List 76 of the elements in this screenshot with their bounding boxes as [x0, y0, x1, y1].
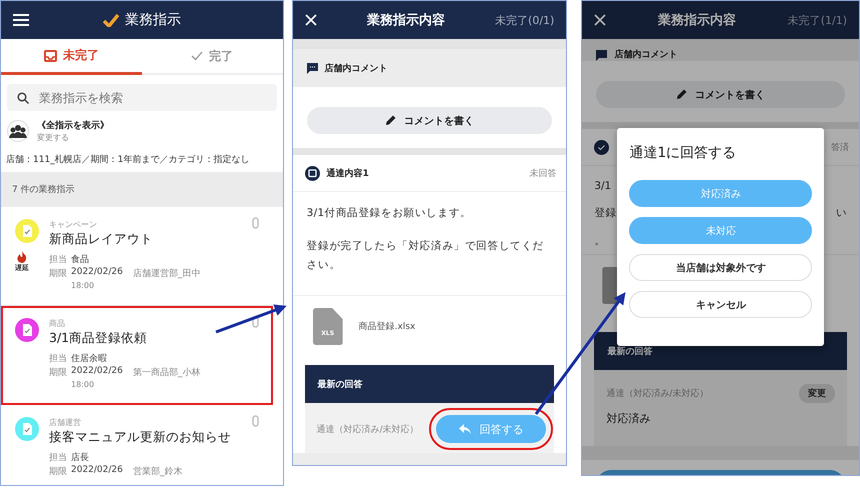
meta-label: 担当 [49, 352, 67, 365]
task-due-date: 2022/02/26 [71, 267, 123, 279]
notice-text: 登録が完了したら「対応済み」で回答してください。 [306, 239, 545, 273]
answer-status: 答済 [831, 142, 849, 154]
task-item[interactable]: 商品 3/1商品登録依頼 担当 住居余暇 期限 2022/02/26 第一商品部_小林 18:00 [1, 306, 273, 405]
answer-type-label: 通達（対応済み/未対応） [606, 388, 708, 400]
notice-text: い [836, 206, 847, 220]
search-icon [17, 92, 29, 104]
task-due-date: 2022/02/26 [71, 366, 123, 378]
pointer-arrow [215, 304, 287, 334]
answer-value: 対応済み [606, 411, 652, 426]
notice-title: 通達内容1 [326, 167, 369, 180]
pencil-icon [676, 89, 688, 100]
task-due-time: 18:00 [71, 281, 96, 290]
write-comment-button[interactable]: コメントを書く [306, 107, 552, 134]
notice-text: 登録 [594, 206, 616, 220]
dialog-title: 通達1に回答する [629, 144, 738, 162]
meta-label: 期限 [49, 268, 67, 280]
meta-label: 担当 [49, 254, 67, 266]
section-title: 最新の回答 [607, 345, 652, 358]
task-item[interactable]: 店舗運営 接客マニュアル更新のお知らせ 担当 店長 期限 2022/02/26 営業部_鈴木 [1, 405, 273, 485]
paperclip-icon [252, 415, 259, 427]
task-author: 店舗運営部_田中 [132, 268, 200, 280]
task-category: 商品 [49, 318, 66, 329]
notice-text: 3/1付商品登録をお願いします。 [306, 206, 472, 221]
write-comment-button[interactable]: コメントを書く [596, 81, 845, 108]
meta-label: 期限 [49, 366, 67, 379]
change-link[interactable]: 変更する [37, 132, 109, 143]
progress-status: 未完了(1/1) [788, 12, 847, 28]
header-title: 業務指示内容 [658, 12, 736, 29]
close-icon[interactable] [304, 14, 317, 26]
group-avatar-icon [7, 120, 29, 142]
task-title: 3/1商品登録依頼 [49, 330, 148, 347]
progress-status: 未完了(0/1) [495, 12, 554, 28]
paperclip-icon [252, 316, 259, 328]
meta-label: 担当 [49, 452, 67, 464]
task-category: 店舗運営 [49, 417, 82, 428]
task-title: 接客マニュアル更新のお知らせ [49, 429, 232, 446]
section-title: 最新の回答 [318, 378, 363, 390]
check-logo-icon [102, 13, 119, 27]
task-due-time: 18:00 [71, 380, 96, 389]
task-assignee: 住居余暇 [71, 352, 107, 365]
task-author: 営業部_鈴木 [132, 466, 182, 478]
flame-icon [17, 251, 27, 263]
section-title: 店舗内コメント [324, 62, 388, 74]
check-icon [191, 51, 204, 61]
answer-option-button[interactable]: 当店舗は対象外です [629, 254, 812, 281]
change-button[interactable]: 変更 [799, 384, 835, 403]
section-title: 店舗内コメント [614, 48, 678, 61]
task-author: 第一商品部_小林 [132, 366, 200, 379]
chat-icon [306, 62, 318, 74]
reply-icon [459, 424, 472, 434]
search-input[interactable]: 業務指示を検索 [37, 90, 241, 106]
inbox-icon [44, 50, 57, 62]
meta-label: 期限 [49, 466, 67, 478]
file-link[interactable]: 商品登録.xlsx [358, 320, 416, 333]
answer-type-label: 通達（対応済み/未対応） [316, 424, 419, 436]
task-category: キャンペーン [49, 219, 98, 230]
close-icon[interactable] [594, 14, 606, 26]
task-count: 7 件の業務指示 [12, 184, 75, 196]
notice-text: 。 [594, 234, 606, 248]
pencil-icon [384, 115, 396, 126]
answer-status: 未回答 [529, 168, 556, 180]
task-assignee: 店長 [71, 452, 89, 464]
task-title: 新商品レイアウト [49, 231, 154, 248]
task-due-date: 2022/02/26 [71, 465, 123, 477]
notice-text: 3/1 [594, 180, 612, 192]
filter-title: 《全指示を表示》 [37, 119, 109, 132]
answer-option-button[interactable]: キャンセル [629, 291, 812, 318]
header-title: 業務指示内容 [366, 12, 445, 29]
header-title: 業務指示 [124, 11, 181, 29]
search-field[interactable]: 業務指示を検索 [7, 84, 277, 111]
task-assignee: 食品 [71, 254, 89, 266]
menu-icon[interactable] [13, 14, 29, 26]
paperclip-icon [252, 217, 259, 229]
filter-summary: 店舗：111_札幌店／期間：1年前まで／カテゴリ：指定なし [5, 154, 250, 167]
